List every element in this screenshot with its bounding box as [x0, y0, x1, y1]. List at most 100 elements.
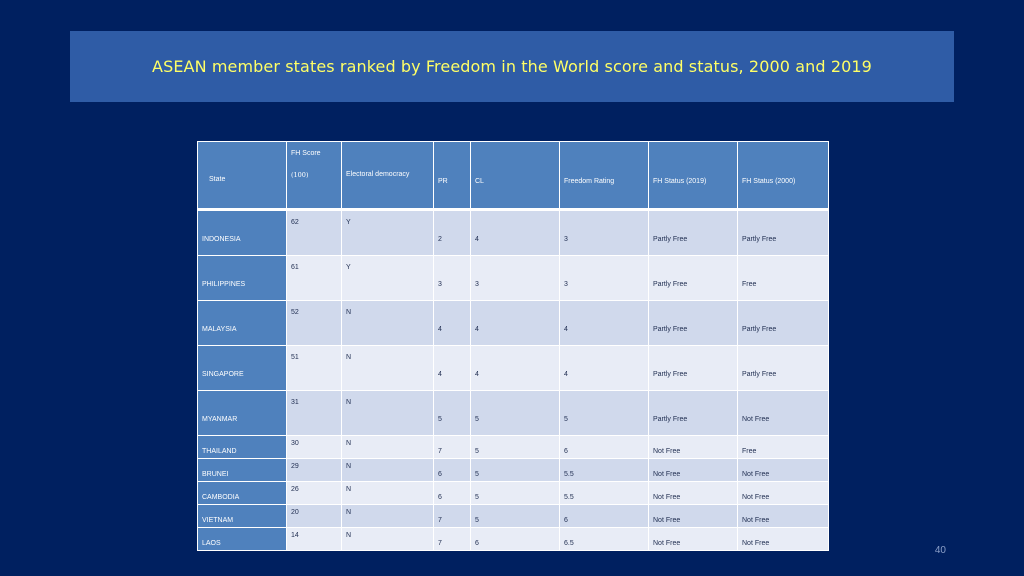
freedom-rating-text: 5.5	[564, 494, 574, 501]
table-row: SINGAPORE 51 N 4 4 4 Partly Free Partly Free	[197, 345, 829, 391]
fh-status-2019-text: Not Free	[653, 448, 681, 455]
fh-status-2000-cell: Partly Free	[737, 345, 829, 391]
pr-cell: 3	[433, 255, 471, 301]
freedom-rating-cell: 3	[559, 209, 649, 256]
fh-status-2000-text: Partly Free	[742, 326, 777, 333]
pr-text: 2	[438, 236, 442, 243]
electoral-democracy-cell: N	[341, 345, 434, 391]
electoral-democracy-text: N	[346, 440, 352, 447]
fh-status-2000-cell: Not Free	[737, 390, 829, 436]
header-pr: PR	[433, 141, 471, 211]
pr-text: 7	[438, 540, 442, 547]
cl-cell: 5	[470, 458, 560, 482]
fh-status-2000-text: Free	[742, 281, 757, 288]
table-row: LAOS 14 N 7 6 6.5 Not Free Not Free	[197, 527, 829, 551]
fh-score-text: 20	[291, 509, 299, 516]
cl-cell: 4	[470, 300, 560, 346]
electoral-democracy-text: Y	[346, 264, 351, 271]
electoral-democracy-text: N	[346, 354, 352, 361]
electoral-democracy-text: N	[346, 463, 352, 470]
state-cell: THAILAND	[197, 435, 287, 459]
freedom-table: State FH Score (100) Electoral democracy…	[197, 141, 829, 551]
pr-text: 4	[438, 326, 442, 333]
freedom-rating-cell: 4	[559, 345, 649, 391]
freedom-rating-cell: 3	[559, 255, 649, 301]
state-text: CAMBODIA	[202, 494, 240, 501]
pr-cell: 7	[433, 527, 471, 551]
pr-text: 4	[438, 371, 442, 378]
pr-cell: 4	[433, 345, 471, 391]
cl-text: 3	[475, 281, 479, 288]
state-cell: LAOS	[197, 527, 287, 551]
table-row: INDONESIA 62 Y 2 4 3 Partly Free Partly Free	[197, 209, 829, 256]
freedom-rating-cell: 6	[559, 504, 649, 528]
header-state: State	[197, 141, 287, 211]
table-body: INDONESIA 62 Y 2 4 3 Partly Free Partly Free PHI…	[197, 209, 829, 551]
electoral-democracy-text: N	[346, 486, 352, 493]
state-cell: PHILIPPINES	[197, 255, 287, 301]
freedom-rating-cell: 6.5	[559, 527, 649, 551]
state-text: THAILAND	[202, 448, 237, 455]
state-text: MYANMAR	[202, 416, 238, 423]
pr-cell: 5	[433, 390, 471, 436]
cl-text: 4	[475, 236, 479, 243]
fh-status-2000-cell: Free	[737, 435, 829, 459]
cl-text: 4	[475, 371, 479, 378]
fh-score-cell: 30	[286, 435, 342, 459]
pr-text: 7	[438, 517, 442, 524]
header-electoral-democracy: Electoral democracy	[341, 141, 434, 211]
electoral-democracy-cell: Y	[341, 255, 434, 301]
pr-cell: 2	[433, 209, 471, 256]
state-cell: BRUNEI	[197, 458, 287, 482]
fh-score-text: 26	[291, 486, 299, 493]
fh-status-2000-cell: Partly Free	[737, 209, 829, 256]
table-row: CAMBODIA 26 N 6 5 5.5 Not Free Not Free	[197, 481, 829, 505]
fh-score-text: 30	[291, 440, 299, 447]
state-cell: CAMBODIA	[197, 481, 287, 505]
cl-cell: 5	[470, 481, 560, 505]
pr-cell: 4	[433, 300, 471, 346]
fh-status-2019-cell: Partly Free	[648, 255, 738, 301]
fh-status-2000-text: Not Free	[742, 494, 770, 501]
fh-status-2000-text: Partly Free	[742, 236, 777, 243]
table-row: MYANMAR 31 N 5 5 5 Partly Free Not Free	[197, 390, 829, 436]
fh-status-2019-text: Partly Free	[653, 326, 688, 333]
pr-cell: 6	[433, 458, 471, 482]
fh-score-cell: 52	[286, 300, 342, 346]
fh-score-cell: 29	[286, 458, 342, 482]
fh-status-2000-text: Not Free	[742, 517, 770, 524]
cl-cell: 3	[470, 255, 560, 301]
freedom-rating-cell: 5.5	[559, 481, 649, 505]
cl-text: 6	[475, 540, 479, 547]
fh-status-2000-text: Not Free	[742, 540, 770, 547]
fh-status-2019-text: Partly Free	[653, 236, 688, 243]
pr-text: 6	[438, 494, 442, 501]
fh-status-2019-text: Not Free	[653, 471, 681, 478]
fh-status-2000-text: Not Free	[742, 471, 770, 478]
fh-score-cell: 31	[286, 390, 342, 436]
electoral-democracy-cell: N	[341, 458, 434, 482]
pr-cell: 6	[433, 481, 471, 505]
cl-text: 5	[475, 471, 479, 478]
fh-status-2019-cell: Partly Free	[648, 209, 738, 256]
electoral-democracy-text: N	[346, 509, 352, 516]
fh-status-2000-cell: Not Free	[737, 504, 829, 528]
cl-text: 5	[475, 416, 479, 423]
fh-status-2000-cell: Free	[737, 255, 829, 301]
fh-score-text: 31	[291, 399, 299, 406]
fh-status-2019-cell: Partly Free	[648, 300, 738, 346]
fh-status-2019-text: Not Free	[653, 494, 681, 501]
freedom-rating-text: 4	[564, 371, 568, 378]
pr-cell: 7	[433, 435, 471, 459]
cl-cell: 5	[470, 390, 560, 436]
fh-status-2019-text: Not Free	[653, 540, 681, 547]
pr-text: 6	[438, 471, 442, 478]
electoral-democracy-cell: N	[341, 481, 434, 505]
electoral-democracy-text: N	[346, 532, 352, 539]
fh-status-2019-cell: Not Free	[648, 435, 738, 459]
electoral-democracy-text: Y	[346, 219, 351, 226]
freedom-rating-text: 5.5	[564, 471, 574, 478]
cl-cell: 4	[470, 345, 560, 391]
state-cell: INDONESIA	[197, 209, 287, 256]
electoral-democracy-cell: N	[341, 527, 434, 551]
